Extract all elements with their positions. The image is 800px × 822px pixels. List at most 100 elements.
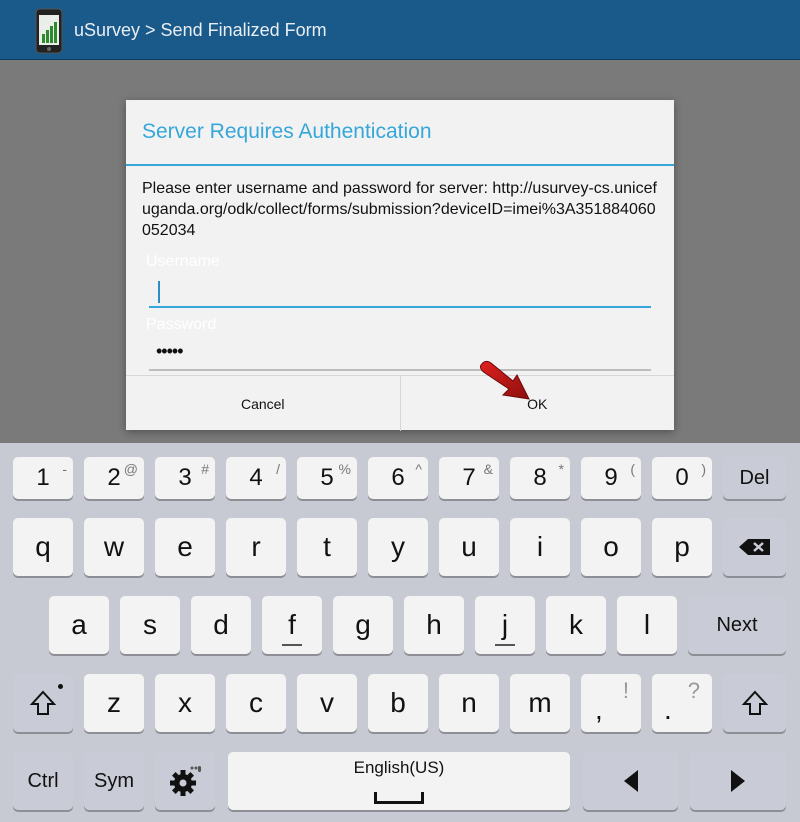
shift-icon bbox=[29, 689, 57, 717]
key-label: 3 bbox=[178, 464, 192, 491]
username-input[interactable] bbox=[146, 276, 654, 310]
key-comma[interactable]: ,! bbox=[581, 674, 641, 732]
key-label: 9 bbox=[604, 464, 618, 491]
key-f[interactable]: f bbox=[262, 596, 322, 654]
key-c[interactable]: c bbox=[226, 674, 286, 732]
key-0[interactable]: 0) bbox=[652, 457, 712, 499]
key-m[interactable]: m bbox=[510, 674, 570, 732]
username-underline bbox=[149, 306, 651, 308]
delete-button[interactable]: Del bbox=[723, 457, 786, 499]
key-sublabel: * bbox=[558, 461, 564, 477]
key-sublabel: ! bbox=[622, 678, 629, 703]
key-i[interactable]: i bbox=[510, 518, 570, 576]
password-label: Password bbox=[146, 316, 217, 333]
space-bar[interactable]: English(US) bbox=[228, 752, 570, 810]
space-icon bbox=[374, 792, 424, 804]
key-2[interactable]: 2 @ bbox=[84, 457, 144, 499]
key-sublabel: @ bbox=[123, 461, 138, 477]
key-label: 1 bbox=[36, 464, 50, 491]
key-4[interactable]: 4/ bbox=[226, 457, 286, 499]
arrow-right-icon bbox=[730, 770, 746, 792]
key-w[interactable]: w bbox=[84, 518, 144, 576]
key-d[interactable]: d bbox=[191, 596, 251, 654]
key-label: 0 bbox=[675, 464, 689, 491]
key-q[interactable]: q bbox=[13, 518, 73, 576]
key-r[interactable]: r bbox=[226, 518, 286, 576]
key-b[interactable]: b bbox=[368, 674, 428, 732]
key-k[interactable]: k bbox=[546, 596, 606, 654]
app-title: uSurvey > Send Finalized Form bbox=[74, 20, 327, 40]
key-label: f bbox=[288, 609, 296, 640]
cursor-left-button[interactable] bbox=[583, 752, 678, 810]
key-label: j bbox=[501, 609, 509, 640]
sym-button[interactable]: Sym bbox=[84, 752, 144, 810]
key-label: 7 bbox=[462, 464, 476, 491]
auth-dialog: Server Requires Authentication Please en… bbox=[126, 100, 674, 431]
key-sublabel: / bbox=[276, 461, 280, 477]
key-sublabel: ^ bbox=[415, 461, 422, 477]
key-label: 4 bbox=[249, 464, 263, 491]
key-sublabel: % bbox=[338, 461, 351, 477]
gear-icon bbox=[168, 764, 202, 798]
key-5[interactable]: 5% bbox=[297, 457, 357, 499]
key-u[interactable]: u bbox=[439, 518, 499, 576]
key-8[interactable]: 8 * bbox=[510, 457, 570, 499]
shift-right-button[interactable] bbox=[723, 674, 786, 732]
key-v[interactable]: v bbox=[297, 674, 357, 732]
key-l[interactable]: l bbox=[617, 596, 677, 654]
key-label: 6 bbox=[391, 464, 405, 491]
key-sublabel: & bbox=[483, 461, 493, 477]
key-label: , bbox=[595, 694, 603, 725]
settings-button[interactable] bbox=[155, 752, 215, 810]
key-sublabel: ( bbox=[630, 461, 635, 477]
dialog-message: Please enter username and password for s… bbox=[142, 180, 657, 239]
key-h[interactable]: h bbox=[404, 596, 464, 654]
password-input[interactable]: ••••• bbox=[156, 341, 183, 362]
key-p[interactable]: p bbox=[652, 518, 712, 576]
shift-left-button[interactable] bbox=[13, 674, 73, 732]
soft-keyboard: 1- 2 @ 3 # 4/ 5% 6 ^ 7 & 8 * 9( 0) Del q w e … bbox=[0, 443, 800, 822]
username-label: Username bbox=[146, 253, 220, 270]
key-6[interactable]: 6 ^ bbox=[368, 457, 428, 499]
key-label: . bbox=[664, 694, 672, 725]
key-x[interactable]: x bbox=[155, 674, 215, 732]
key-z[interactable]: z bbox=[84, 674, 144, 732]
backspace-icon bbox=[738, 538, 772, 556]
backspace-button[interactable] bbox=[723, 518, 786, 576]
key-label: 8 bbox=[533, 464, 547, 491]
password-underline bbox=[149, 369, 651, 371]
home-row-marker bbox=[495, 644, 515, 646]
app-titlebar: uSurvey > Send Finalized Form bbox=[0, 0, 800, 60]
dialog-button-row: Cancel OK bbox=[126, 375, 674, 431]
ok-button[interactable]: OK bbox=[399, 376, 675, 431]
ctrl-button[interactable]: Ctrl bbox=[13, 752, 73, 810]
key-y[interactable]: y bbox=[368, 518, 428, 576]
next-button[interactable]: Next bbox=[688, 596, 786, 654]
cursor-right-button[interactable] bbox=[690, 752, 786, 810]
key-e[interactable]: e bbox=[155, 518, 215, 576]
pointer-arrow-icon bbox=[475, 355, 533, 405]
key-t[interactable]: t bbox=[297, 518, 357, 576]
cancel-button[interactable]: Cancel bbox=[126, 376, 400, 431]
key-label: 2 bbox=[107, 464, 121, 491]
key-n[interactable]: n bbox=[439, 674, 499, 732]
home-row-marker bbox=[282, 644, 302, 646]
key-o[interactable]: o bbox=[581, 518, 641, 576]
key-a[interactable]: a bbox=[49, 596, 109, 654]
key-1[interactable]: 1- bbox=[13, 457, 73, 499]
key-j[interactable]: j bbox=[475, 596, 535, 654]
key-g[interactable]: g bbox=[333, 596, 393, 654]
key-7[interactable]: 7 & bbox=[439, 457, 499, 499]
key-period[interactable]: .? bbox=[652, 674, 712, 732]
space-bar-label: English(US) bbox=[353, 758, 445, 777]
key-sublabel: - bbox=[62, 461, 67, 477]
shift-indicator-dot bbox=[58, 684, 63, 689]
phone-chart-icon bbox=[34, 8, 64, 54]
key-sublabel: ? bbox=[687, 678, 700, 703]
key-s[interactable]: s bbox=[120, 596, 180, 654]
key-sublabel: # bbox=[201, 461, 209, 477]
dialog-divider bbox=[126, 164, 674, 166]
key-9[interactable]: 9( bbox=[581, 457, 641, 499]
key-3[interactable]: 3 # bbox=[155, 457, 215, 499]
dialog-title: Server Requires Authentication bbox=[142, 120, 432, 143]
